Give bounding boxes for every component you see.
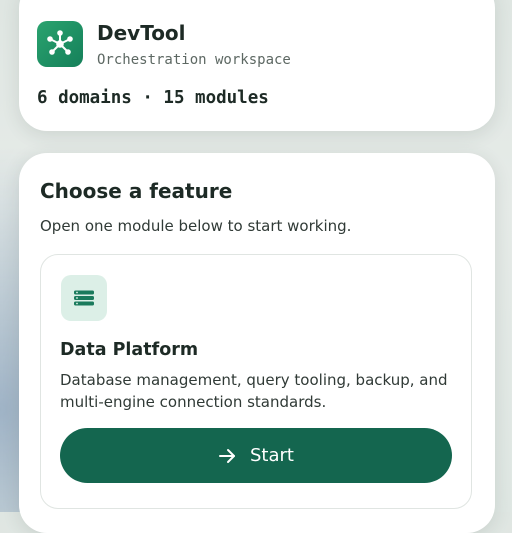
feature-chooser-card: Choose a feature Open one module below t… xyxy=(19,153,495,533)
feature-description: Database management, query tooling, back… xyxy=(60,371,448,411)
section-subtitle: Open one module below to start working. xyxy=(40,217,352,235)
app-header-card: DevTool Orchestration workspace 6 domain… xyxy=(19,0,495,131)
network-nodes-icon xyxy=(37,21,83,67)
feature-title: Data Platform xyxy=(60,340,199,360)
workspace-stats: 6 domains · 15 modules xyxy=(37,88,269,108)
database-stack-icon xyxy=(61,275,107,321)
arrow-right-icon xyxy=(218,447,236,465)
app-subtitle: Orchestration workspace xyxy=(97,52,291,68)
feature-card-data-platform: Data Platform Database management, query… xyxy=(40,254,472,509)
start-button-label: Start xyxy=(250,445,294,466)
section-title: Choose a feature xyxy=(40,179,233,203)
start-button[interactable]: Start xyxy=(60,428,452,483)
app-title: DevTool xyxy=(97,21,186,45)
